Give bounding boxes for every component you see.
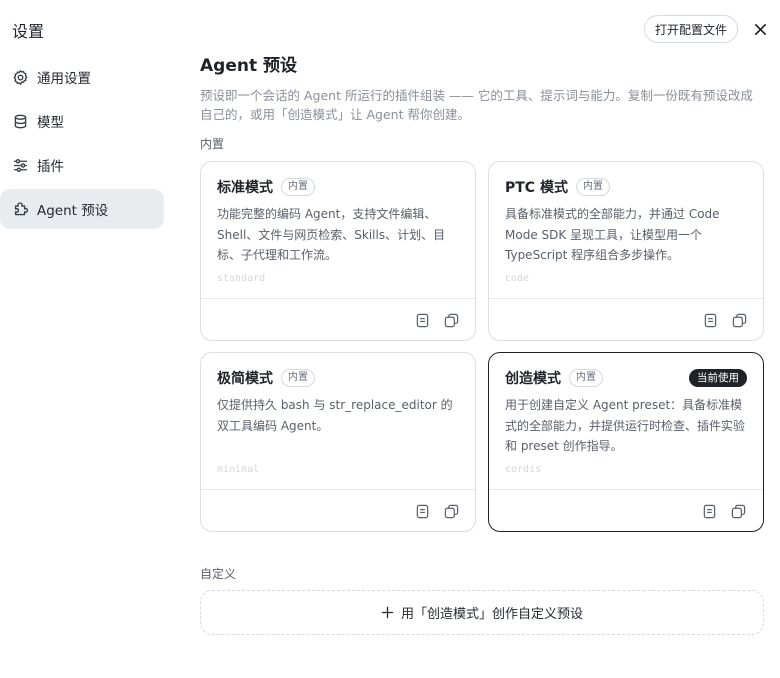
preset-icon	[11, 200, 29, 218]
current-badge: 当前使用	[689, 369, 747, 387]
view-preset-button[interactable]	[413, 311, 431, 329]
preset-name: 标准模式	[217, 180, 273, 196]
open-config-button[interactable]: 打开配置文件	[644, 15, 738, 43]
sidebar-item-label: 通用设置	[37, 71, 91, 87]
card-footer	[201, 298, 475, 341]
create-custom-preset-button[interactable]: 用「创造模式」创作自定义预设	[200, 590, 764, 635]
preset-id: cordis	[505, 464, 542, 475]
copy-icon	[731, 504, 745, 518]
duplicate-preset-button[interactable]	[730, 311, 748, 329]
copy-icon	[444, 313, 458, 327]
plus-icon	[381, 606, 395, 620]
builtin-badge: 内置	[281, 369, 315, 387]
page-title: Agent 预设	[200, 56, 298, 76]
sidebar-item-plugins[interactable]: 插件	[0, 145, 164, 185]
document-icon	[416, 504, 428, 518]
sidebar-item-label: 插件	[37, 159, 64, 175]
custom-section-label: 自定义	[200, 567, 237, 581]
preset-name: PTC 模式	[505, 180, 568, 196]
copy-icon	[444, 504, 458, 518]
database-icon	[11, 112, 29, 130]
copy-icon	[732, 313, 746, 327]
preset-id: minimal	[217, 464, 260, 475]
view-preset-button[interactable]	[413, 502, 431, 520]
preset-description: 用于创建自定义 Agent preset：具备标准模式的全部能力，并提供运行时检…	[505, 398, 746, 453]
builtin-badge: 内置	[281, 178, 315, 196]
sidebar-title: 设置	[12, 22, 45, 41]
duplicate-preset-button[interactable]	[442, 502, 460, 520]
sliders-icon	[11, 156, 29, 174]
sidebar-item-general[interactable]: 通用设置	[0, 57, 164, 97]
duplicate-preset-button[interactable]	[442, 311, 460, 329]
sidebar-nav: 通用设置 模型 插件 Agent 预设	[0, 57, 164, 233]
sidebar-item-models[interactable]: 模型	[0, 101, 164, 141]
page-description: 预设即一个会话的 Agent 所运行的插件组装 —— 它的工具、提示词与能力。复…	[200, 88, 753, 122]
preset-description: 具备标准模式的全部能力，并通过 Code Mode SDK 呈现工具，让模型用一…	[505, 207, 720, 262]
create-custom-preset-label: 用「创造模式」创作自定义预设	[400, 607, 583, 622]
close-icon	[754, 23, 766, 35]
preset-card-code[interactable]: PTC 模式 内置 具备标准模式的全部能力，并通过 Code Mode SDK …	[488, 161, 764, 341]
document-icon	[703, 504, 715, 518]
preset-name: 创造模式	[505, 371, 561, 387]
document-icon	[704, 313, 716, 327]
builtin-section-label: 内置	[200, 137, 225, 151]
document-icon	[416, 313, 428, 327]
preset-card-minimal[interactable]: 极简模式 内置 仅提供持久 bash 与 str_replace_editor …	[200, 352, 476, 532]
preset-description: 仅提供持久 bash 与 str_replace_editor 的双工具编码 A…	[217, 398, 453, 433]
preset-description: 功能完整的编码 Agent，支持文件编辑、Shell、文件与网页检索、Skill…	[217, 207, 446, 262]
card-footer	[489, 489, 763, 532]
sidebar-item-label: 模型	[37, 115, 64, 131]
card-footer	[489, 298, 763, 341]
sidebar-item-agent-presets[interactable]: Agent 预设	[0, 189, 164, 229]
close-button[interactable]	[750, 19, 770, 39]
view-preset-button[interactable]	[700, 502, 718, 520]
builtin-badge: 内置	[569, 369, 603, 387]
preset-card-standard[interactable]: 标准模式 内置 功能完整的编码 Agent，支持文件编辑、Shell、文件与网页…	[200, 161, 476, 341]
preset-card-cordis[interactable]: 创造模式 内置 当前使用 用于创建自定义 Agent preset：具备标准模式…	[488, 352, 764, 532]
preset-name: 极简模式	[217, 371, 273, 387]
view-preset-button[interactable]	[701, 311, 719, 329]
sidebar-item-label: Agent 预设	[37, 203, 109, 219]
preset-id: code	[505, 273, 530, 284]
card-footer	[201, 489, 475, 532]
preset-id: standard	[217, 273, 266, 284]
duplicate-preset-button[interactable]	[729, 502, 747, 520]
gear-icon	[11, 68, 29, 86]
builtin-badge: 内置	[575, 178, 610, 196]
